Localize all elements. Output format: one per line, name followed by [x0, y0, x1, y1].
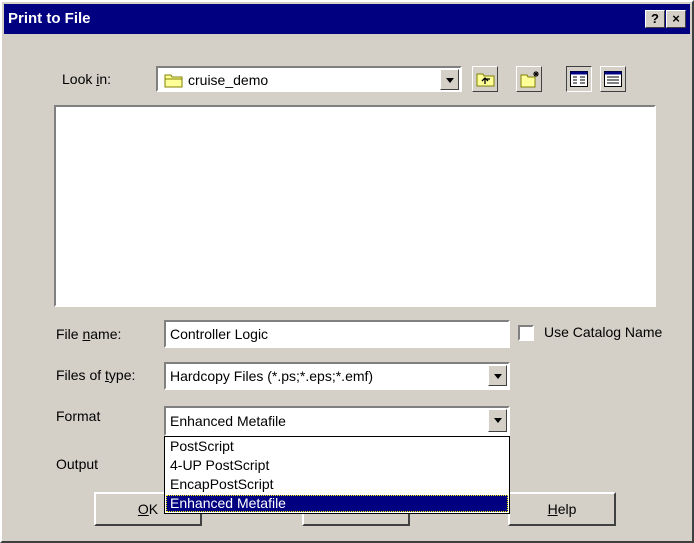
look-in-label: Look in: [62, 71, 112, 87]
up-one-level-button[interactable] [472, 66, 498, 92]
file-list[interactable] [54, 105, 656, 307]
use-catalog-checkbox[interactable] [518, 325, 534, 341]
format-option-postscript[interactable]: PostScript [166, 438, 508, 455]
folder-icon [164, 72, 184, 91]
file-name-input[interactable]: Controller Logic [164, 320, 510, 348]
files-of-type-value: Hardcopy Files (*.ps;*.eps;*.emf) [170, 368, 374, 384]
create-new-folder-button[interactable] [516, 66, 542, 92]
file-name-value: Controller Logic [170, 326, 269, 342]
new-folder-icon [520, 70, 540, 91]
format-option-4up-postscript[interactable]: 4-UP PostScript [166, 457, 508, 474]
look-in-dropdown-button[interactable] [440, 69, 459, 90]
file-name-label: File name: [56, 326, 122, 342]
title-bar: Print to File ? × [4, 4, 690, 34]
up-folder-icon [476, 71, 496, 90]
list-view-icon [570, 71, 588, 90]
format-value: Enhanced Metafile [170, 413, 286, 429]
look-in-combo[interactable]: cruise_demo [156, 66, 462, 92]
format-dropdown-list[interactable]: PostScript 4-UP PostScript EncapPostScri… [164, 436, 510, 514]
look-in-value: cruise_demo [188, 72, 269, 88]
print-to-file-dialog: Print to File ? × Look in: cruise_demo F… [0, 0, 694, 543]
format-combo[interactable]: Enhanced Metafile [164, 406, 510, 436]
details-view-button[interactable] [600, 66, 626, 92]
output-label: Output [56, 456, 99, 472]
close-title-button[interactable]: × [666, 10, 686, 28]
format-dropdown-button[interactable] [488, 409, 507, 432]
details-view-icon [604, 71, 622, 90]
format-option-enhanced-metafile[interactable]: Enhanced Metafile [166, 495, 508, 512]
window-title: Print to File [8, 10, 91, 27]
help-button[interactable]: Help [508, 492, 616, 526]
list-view-button[interactable] [566, 66, 592, 92]
help-title-button[interactable]: ? [645, 10, 665, 28]
files-of-type-combo[interactable]: Hardcopy Files (*.ps;*.eps;*.emf) [164, 362, 510, 390]
use-catalog-label: Use Catalog Name [544, 324, 663, 340]
format-label: Format [56, 408, 101, 424]
files-of-type-dropdown-button[interactable] [488, 365, 507, 386]
format-option-encap-postscript[interactable]: EncapPostScript [166, 476, 508, 493]
files-of-type-label: Files of type: [56, 367, 136, 383]
